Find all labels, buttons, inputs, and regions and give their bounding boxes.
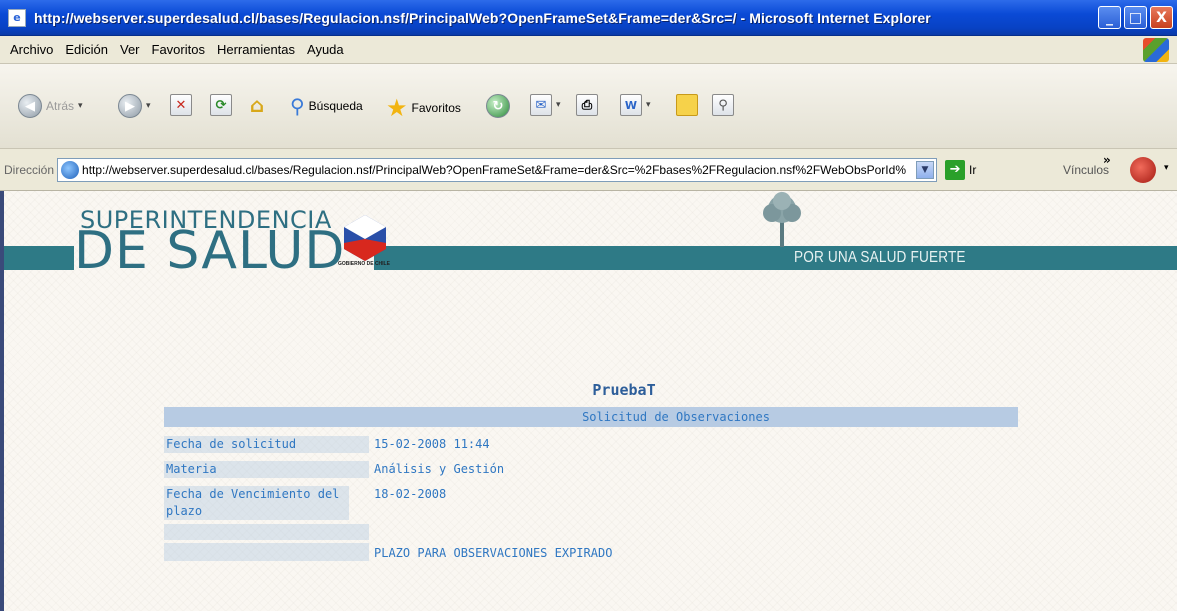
- menu-archivo[interactable]: Archivo: [4, 42, 59, 57]
- tree-icon: [763, 192, 801, 247]
- standard-toolbar: ◀ Atrás ▾ ▶ ▾ ✕ ⟳ ⌂ ⚲ Búsqueda ★ Favorit…: [0, 64, 1177, 149]
- logo-line2: DE SALUD: [74, 221, 346, 281]
- gov-chile-text: GOBIERNO DE CHILE: [338, 261, 390, 267]
- form-title: PruebaT: [592, 381, 656, 399]
- home-button[interactable]: ⌂: [246, 93, 268, 117]
- page-content: POR UNA SALUD FUERTE SUPERINTENDENCIA DE…: [0, 191, 1177, 611]
- links-chevron-icon[interactable]: »: [1103, 153, 1111, 167]
- window-controls: _ □ X: [1098, 6, 1173, 29]
- chile-emblem-icon: [344, 215, 386, 261]
- forward-arrow-icon: ▶: [118, 94, 142, 118]
- field-value-fecha-solicitud: 15-02-2008 11:44: [374, 437, 490, 451]
- refresh-button[interactable]: ⟳: [210, 94, 232, 116]
- history-icon: ↻: [486, 94, 510, 118]
- discuss-button[interactable]: [676, 94, 698, 116]
- windows-logo-icon: [1143, 38, 1169, 62]
- address-label: Dirección: [4, 162, 55, 177]
- menu-edicion[interactable]: Edición: [59, 42, 114, 57]
- address-field[interactable]: http://webserver.superdesalud.cl/bases/R…: [57, 157, 938, 182]
- address-url[interactable]: http://webserver.superdesalud.cl/bases/R…: [82, 163, 912, 177]
- back-button[interactable]: ◀ Atrás ▾: [18, 94, 83, 118]
- refresh-icon: ⟳: [210, 94, 232, 116]
- search-button[interactable]: ⚲ Búsqueda: [290, 94, 363, 118]
- header-band-right: [374, 246, 1177, 270]
- stop-icon: ✕: [170, 94, 192, 116]
- go-arrow-icon[interactable]: ➔: [945, 159, 966, 180]
- search-label: Búsqueda: [308, 99, 363, 113]
- menu-favoritos[interactable]: Favoritos: [146, 42, 211, 57]
- window-title: http://webserver.superdesalud.cl/bases/R…: [34, 9, 931, 26]
- address-dropdown-icon[interactable]: ▼: [916, 160, 935, 179]
- acrobat-icon[interactable]: [1130, 157, 1156, 183]
- favorites-button[interactable]: ★ Favoritos: [386, 94, 461, 122]
- back-label: Atrás: [46, 99, 75, 113]
- edit-dropdown-icon[interactable]: ▾: [646, 100, 651, 110]
- mail-icon: ✉: [530, 94, 552, 116]
- print-button[interactable]: ⎙: [576, 94, 598, 116]
- site-slogan: POR UNA SALUD FUERTE: [794, 249, 966, 266]
- forward-dropdown-icon[interactable]: ▾: [146, 101, 151, 111]
- header-band-left: [4, 246, 74, 270]
- stop-button[interactable]: ✕: [170, 94, 192, 116]
- ie-page-icon: e: [8, 8, 26, 27]
- empty-label-cell: [164, 524, 369, 540]
- close-button[interactable]: X: [1150, 6, 1173, 29]
- field-label-materia: Materia: [164, 461, 369, 478]
- history-button[interactable]: ↻: [486, 94, 510, 118]
- field-label-fecha-vencimiento: Fecha de Vencimiento del plazo: [164, 486, 349, 520]
- field-value-materia: Análisis y Gestión: [374, 462, 505, 476]
- status-message: PLAZO PARA OBSERVACIONES EXPIRADO: [374, 546, 613, 560]
- research-icon: ⚲: [712, 94, 734, 116]
- address-bar: Dirección http://webserver.superdesalud.…: [0, 149, 1177, 191]
- notes-icon: [676, 94, 698, 116]
- maximize-button[interactable]: □: [1124, 6, 1147, 29]
- menu-ayuda[interactable]: Ayuda: [301, 42, 350, 57]
- menu-herramientas[interactable]: Herramientas: [211, 42, 301, 57]
- field-label-fecha-solicitud: Fecha de solicitud: [164, 436, 369, 453]
- menu-ver[interactable]: Ver: [114, 42, 146, 57]
- menu-bar: Archivo Edición Ver Favoritos Herramient…: [0, 36, 1177, 64]
- minimize-button[interactable]: _: [1098, 6, 1121, 29]
- print-icon: ⎙: [576, 94, 598, 116]
- favorites-star-icon: ★: [386, 94, 408, 122]
- mail-button[interactable]: ✉ ▾: [530, 94, 561, 116]
- section-header: Solicitud de Observaciones: [164, 407, 1018, 427]
- home-icon: ⌂: [249, 93, 265, 117]
- edit-button[interactable]: W ▾: [620, 94, 651, 116]
- research-button[interactable]: ⚲: [712, 94, 734, 116]
- field-value-fecha-vencimiento: 18-02-2008: [374, 487, 447, 501]
- forward-button[interactable]: ▶ ▾: [118, 94, 151, 118]
- window-titlebar[interactable]: e http://webserver.superdesalud.cl/bases…: [0, 0, 1177, 36]
- back-arrow-icon: ◀: [18, 94, 42, 118]
- page-globe-icon: [61, 160, 80, 179]
- word-edit-icon: W: [620, 94, 642, 116]
- acrobat-dropdown-icon[interactable]: ▾: [1164, 163, 1169, 173]
- search-icon: ⚲: [290, 94, 305, 118]
- back-dropdown-icon[interactable]: ▾: [78, 101, 83, 111]
- go-button[interactable]: Ir: [969, 163, 976, 177]
- status-label-cell: [164, 543, 369, 561]
- favorites-label: Favoritos: [411, 101, 461, 115]
- mail-dropdown-icon[interactable]: ▾: [556, 100, 561, 110]
